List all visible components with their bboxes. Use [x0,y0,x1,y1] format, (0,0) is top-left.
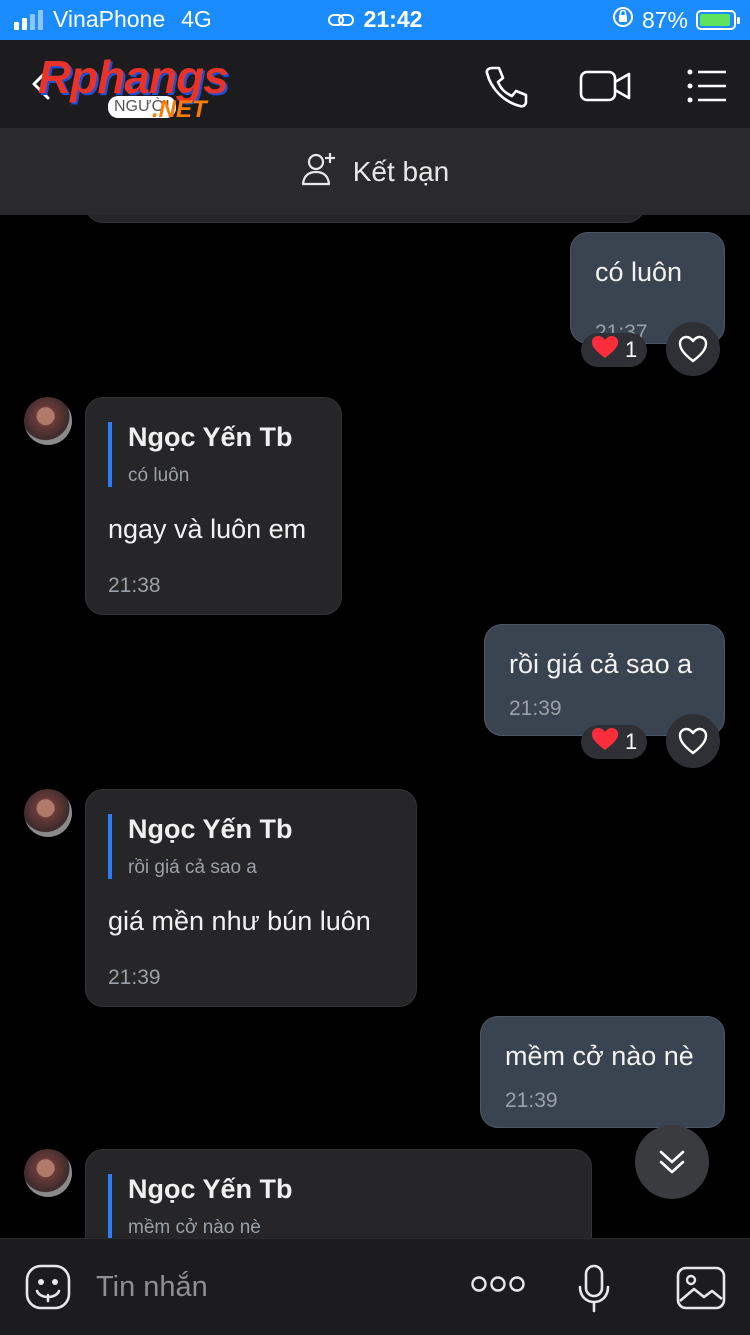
message-text: có luôn [595,257,683,287]
reply-quote[interactable]: Ngọc Yến Tb có luôn [108,422,293,487]
message-bubble-incoming[interactable]: Ngọc Yến Tb có luôn ngay và luôn em 21:3… [85,397,342,615]
message-time: 21:39 [509,697,562,720]
like-button[interactable] [666,714,720,768]
call-button[interactable] [482,62,530,110]
more-options-button[interactable] [470,1273,526,1300]
add-friend-bar[interactable]: Kết bạn [0,129,750,215]
reply-sender-name: Ngọc Yến Tb [128,814,293,844]
link-icon [327,7,354,34]
reaction-badge[interactable]: 1 [581,725,648,759]
avatar[interactable] [24,397,72,445]
message-time: 21:39 [108,966,161,989]
list-menu-icon [687,69,726,103]
reply-quote[interactable]: Ngọc Yến Tb rồi giá cả sao a [108,814,293,879]
message-bubble-previous [85,215,645,223]
status-time: 21:42 [363,6,423,32]
avatar[interactable] [24,789,72,837]
video-camera-icon [579,70,631,102]
reply-text: rồi giá cả sao a [128,857,257,878]
reply-sender-name: Ngọc Yến Tb [128,1174,293,1204]
like-button[interactable] [666,322,720,376]
phone-icon [485,66,528,108]
reply-text: có luôn [128,465,190,486]
message-text: ngay và luôn em [108,514,307,544]
message-bubble-incoming[interactable]: Ngọc Yến Tb rồi giá cả sao a giá mền như… [85,789,417,1007]
voice-message-button[interactable] [576,1263,612,1320]
reply-sender-name: Ngọc Yến Tb [128,422,293,452]
status-bar: VinaPhone 4G 21:42 87% [0,0,750,40]
message-text: mềm cở nào nè [505,1041,694,1071]
message-time: 21:38 [108,574,161,597]
message-input-bar: Tin nhắn [0,1238,750,1335]
microphone-icon [578,1264,610,1313]
reaction-count: 1 [625,337,638,362]
menu-button[interactable] [684,62,732,110]
photo-button[interactable] [676,1265,726,1316]
message-bubble-outgoing[interactable]: mềm cở nào nè 21:39 [480,1016,725,1128]
battery-percent: 87% [641,6,688,33]
heart-filled-icon [591,727,619,757]
message-text: giá mền như bún luôn [108,906,371,936]
status-right: 87% [612,6,740,34]
battery-icon [696,10,740,30]
double-chevron-down-icon [659,1150,685,1174]
heart-outline-icon [678,335,708,363]
scroll-to-bottom-button[interactable] [635,1125,709,1199]
message-bubble-incoming[interactable]: Ngọc Yến Tb mềm cở nào nè [85,1149,592,1238]
reply-text: mềm cở nào nè [128,1217,261,1238]
reply-quote[interactable]: Ngọc Yến Tb mềm cở nào nè [108,1174,293,1238]
heart-outline-icon [678,727,708,755]
heart-filled-icon [591,335,619,365]
chat-header: Rphangs NGƯỜI .NET [0,40,750,129]
image-gallery-icon [676,1266,726,1310]
avatar[interactable] [24,1149,72,1197]
add-friend-label: Kết bạn [352,156,450,187]
message-text: rồi giá cả sao a [509,649,693,679]
message-time: 21:39 [505,1089,558,1112]
message-input[interactable]: Tin nhắn [96,1271,208,1304]
orientation-lock-icon [612,6,634,34]
reaction-badge[interactable]: 1 [581,333,648,367]
reaction-count: 1 [625,729,638,754]
watermark-net: .NET [152,96,207,123]
video-call-button[interactable] [578,62,634,110]
more-dots-icon [471,1276,525,1292]
chat-messages: có luôn 21:37 1 Ngọc Yến Tb có luôn ngay… [0,215,750,1238]
add-friend-icon [301,151,339,194]
emoji-sticker-icon [25,1264,71,1310]
sticker-button[interactable] [24,1263,72,1316]
